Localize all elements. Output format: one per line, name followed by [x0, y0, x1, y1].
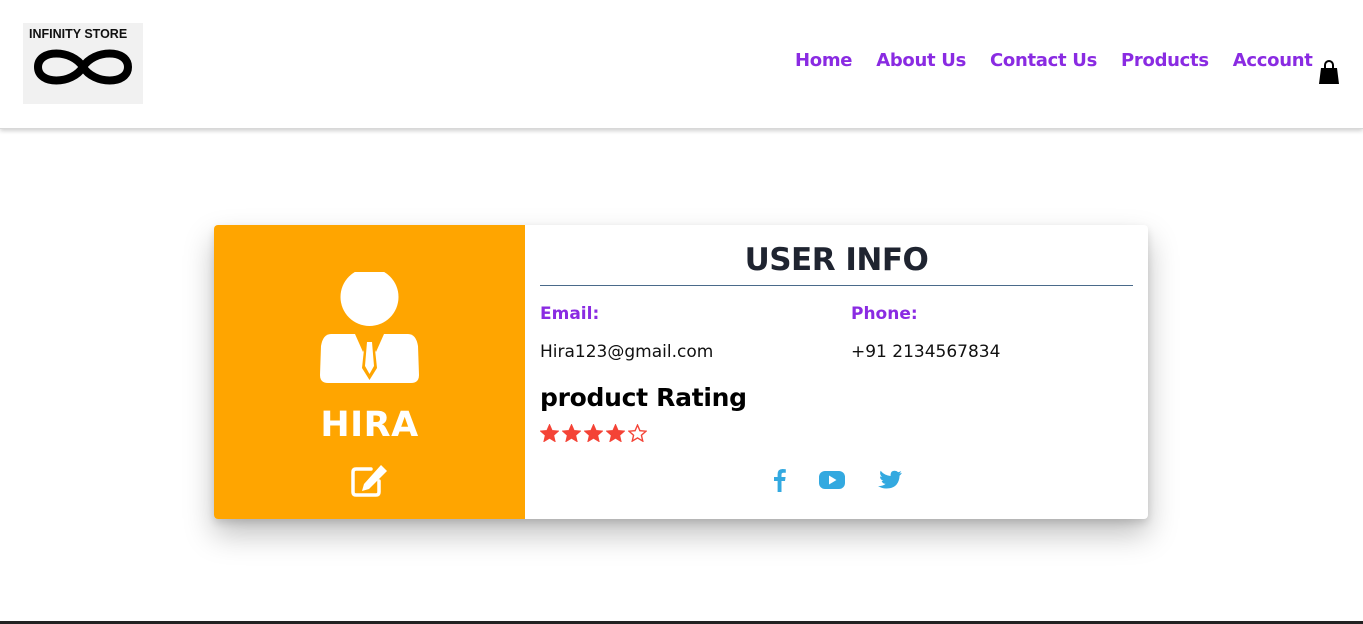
infinity-logo-icon: [33, 49, 133, 85]
twitter-icon[interactable]: [877, 467, 903, 493]
nav-account[interactable]: Account: [1233, 50, 1313, 71]
star-filled-icon: [606, 424, 625, 442]
youtube-icon[interactable]: [818, 467, 846, 493]
user-avatar-icon: [320, 272, 419, 383]
user-name: HIRA: [320, 405, 419, 445]
navbar: INFINITY STORE Home About Us Contact Us …: [0, 0, 1363, 129]
email-label: Email:: [540, 304, 600, 324]
info-title: USER INFO: [744, 242, 929, 278]
star-empty-icon: [628, 424, 647, 442]
phone-label: Phone:: [851, 304, 918, 324]
shopping-bag-icon[interactable]: [1318, 60, 1340, 85]
nav-about-us[interactable]: About Us: [876, 50, 966, 71]
phone-value: +91 2134567834: [851, 342, 1001, 362]
star-filled-icon: [584, 424, 603, 442]
main-nav: Home About Us Contact Us Products Accoun…: [795, 50, 1313, 71]
facebook-icon[interactable]: [770, 467, 788, 493]
nav-home[interactable]: Home: [795, 50, 853, 71]
title-divider: [540, 285, 1133, 286]
star-filled-icon: [540, 424, 559, 442]
info-panel: USER INFO Email: Hira123@gmail.com Phone…: [525, 225, 1148, 519]
nav-products[interactable]: Products: [1121, 50, 1209, 71]
edit-icon[interactable]: [351, 463, 389, 497]
email-value: Hira123@gmail.com: [540, 342, 714, 362]
profile-panel: HIRA: [214, 225, 525, 519]
store-logo[interactable]: INFINITY STORE: [23, 23, 143, 104]
star-filled-icon: [562, 424, 581, 442]
user-info-card: HIRA USER INFO Email: Hira123@gmail.com …: [214, 225, 1148, 519]
rating-heading: product Rating: [540, 383, 747, 412]
rating-stars: [540, 424, 647, 442]
nav-contact-us[interactable]: Contact Us: [990, 50, 1097, 71]
logo-text: INFINITY STORE: [29, 27, 128, 41]
